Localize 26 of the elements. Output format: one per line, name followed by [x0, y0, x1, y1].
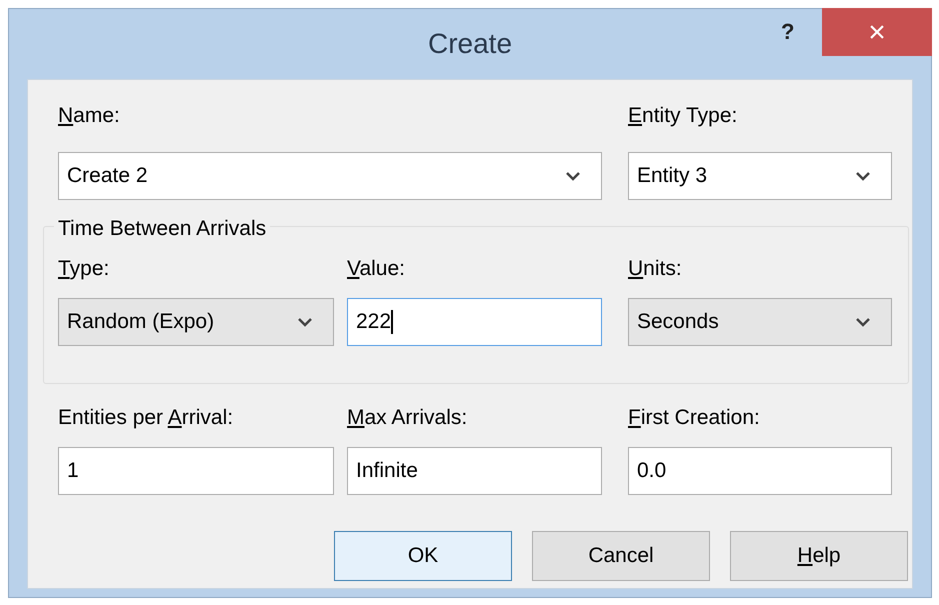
text-field[interactable]: 222	[347, 298, 602, 346]
dialog-button[interactable]: OK	[334, 531, 512, 581]
chevron-down-icon	[297, 317, 313, 327]
text-field[interactable]: Infinite	[347, 447, 602, 495]
window-title: Create	[428, 27, 512, 61]
help-button[interactable]: ?	[781, 15, 794, 48]
close-button[interactable]: ×	[822, 8, 932, 56]
dialog-button[interactable]: Help	[730, 531, 908, 581]
field-label: Entities per Arrival:	[58, 404, 234, 430]
combo-box[interactable]: Entity 3	[628, 152, 892, 200]
combo-box[interactable]: Create 2	[58, 152, 602, 200]
field-label: Name:	[58, 103, 121, 129]
chevron-down-icon	[565, 170, 581, 180]
field-label: Max Arrivals:	[347, 404, 468, 430]
dropdown[interactable]: Random (Expo)	[58, 298, 334, 346]
dialog-button[interactable]: Cancel	[532, 531, 710, 581]
text-field[interactable]: 0.0	[628, 447, 892, 495]
chevron-down-icon	[855, 317, 871, 327]
field-label: Type:	[58, 256, 110, 282]
field-label: Value:	[347, 256, 406, 282]
dropdown[interactable]: Seconds	[628, 298, 892, 346]
text-field[interactable]: 1	[58, 447, 334, 495]
field-label: Entity Type:	[628, 103, 738, 129]
chevron-down-icon	[855, 170, 871, 180]
field-label: Units:	[628, 256, 683, 282]
field-label: First Creation:	[628, 404, 761, 430]
